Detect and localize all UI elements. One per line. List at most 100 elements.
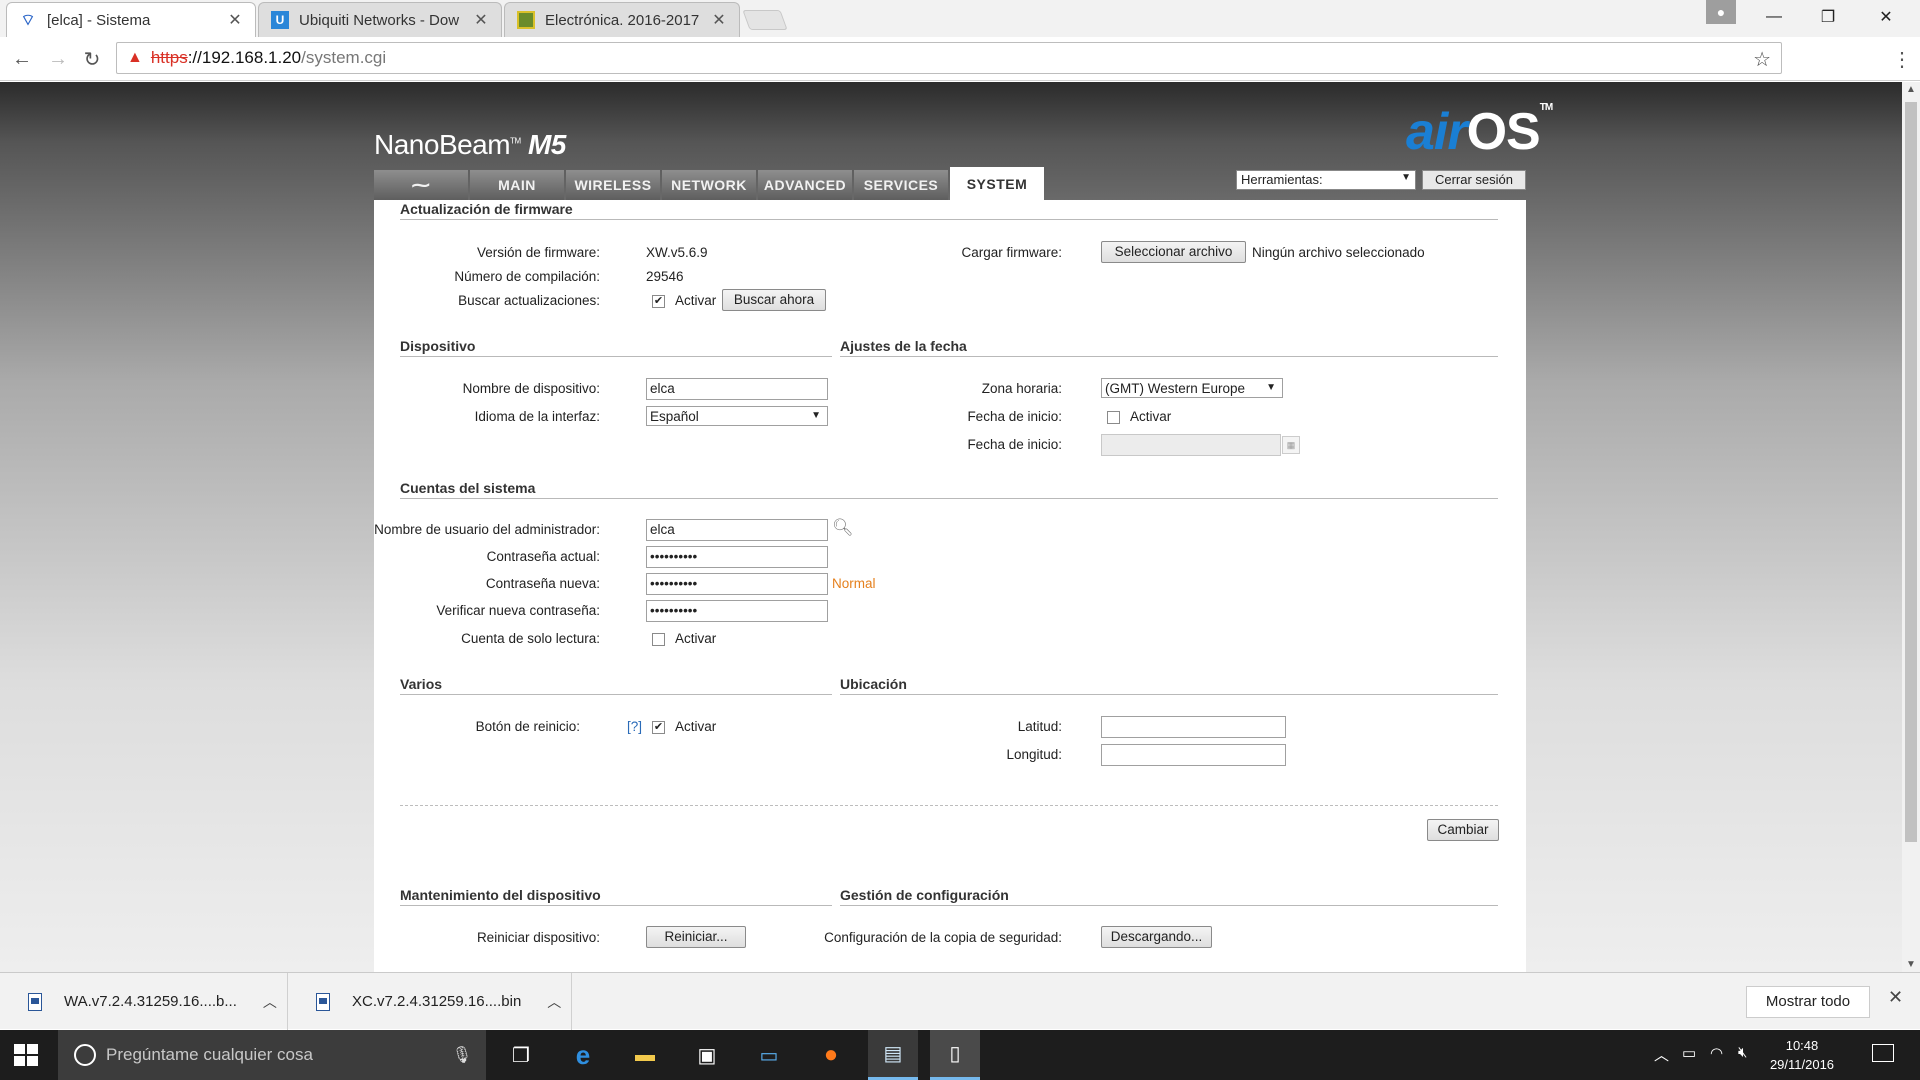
new-password-label: Contraseña nueva: bbox=[485, 576, 600, 591]
taskbar-clock[interactable]: 10:48 29/11/2016 bbox=[1766, 1036, 1838, 1074]
tab-advanced[interactable]: ADVANCED bbox=[758, 170, 852, 200]
minimize-icon[interactable]: — bbox=[1746, 0, 1802, 34]
store-icon[interactable]: ▣ bbox=[682, 1030, 732, 1080]
firefox-icon[interactable]: ● bbox=[806, 1030, 856, 1080]
backup-download-button[interactable]: Descargando... bbox=[1101, 926, 1212, 948]
download-item[interactable]: XC.v7.2.4.31259.16....bin ︿ bbox=[288, 973, 572, 1030]
longitude-input[interactable] bbox=[1101, 744, 1286, 766]
document-app-icon[interactable]: ▯ bbox=[930, 1030, 980, 1080]
show-all-downloads-button[interactable]: Mostrar todo bbox=[1746, 986, 1870, 1018]
scrollbar-thumb[interactable] bbox=[1905, 102, 1917, 842]
tab-system[interactable]: SYSTEM bbox=[950, 167, 1044, 200]
start-date-label: Fecha de inicio: bbox=[967, 437, 1062, 452]
chevron-up-icon[interactable]: ︿ bbox=[547, 992, 561, 1012]
computer-app-icon[interactable]: ▭ bbox=[744, 1030, 794, 1080]
tab-wireless[interactable]: WIRELESS bbox=[566, 170, 660, 200]
device-section-title: Dispositivo bbox=[400, 338, 832, 357]
page-scrollbar[interactable]: ▲ ▼ bbox=[1902, 82, 1920, 972]
check-now-button[interactable]: Buscar ahora bbox=[722, 289, 826, 311]
battery-icon[interactable]: ▭ bbox=[1682, 1044, 1696, 1062]
ubiquiti-favicon-icon: U bbox=[271, 11, 289, 29]
tab-main[interactable]: MAIN bbox=[470, 170, 564, 200]
file-icon bbox=[28, 992, 42, 1011]
interface-language-label: Idioma de la interfaz: bbox=[474, 409, 600, 424]
tab-services[interactable]: SERVICES bbox=[854, 170, 948, 200]
edge-browser-icon[interactable]: e bbox=[558, 1030, 608, 1080]
file-icon bbox=[316, 992, 330, 1011]
longitude-label: Longitud: bbox=[1006, 747, 1062, 762]
start-date-checkbox[interactable] bbox=[1107, 411, 1120, 424]
microphone-icon[interactable]: 🎙︎ bbox=[452, 1045, 472, 1065]
wifi-icon[interactable]: ◠ bbox=[1710, 1044, 1723, 1062]
start-date-option: Activar bbox=[1130, 409, 1172, 424]
choose-file-button[interactable]: Seleccionar archivo bbox=[1101, 241, 1246, 263]
start-date-input[interactable] bbox=[1101, 434, 1281, 456]
calendar-icon[interactable]: ▦ bbox=[1282, 436, 1300, 454]
reset-button-label: Botón de reinicio: bbox=[475, 719, 580, 734]
back-icon[interactable]: ← bbox=[8, 45, 36, 73]
readonly-account-checkbox[interactable] bbox=[652, 633, 665, 646]
bookmark-star-icon[interactable]: ☆ bbox=[1753, 47, 1771, 72]
menu-dots-icon[interactable]: ⋮ bbox=[1892, 47, 1912, 72]
chevron-up-icon[interactable]: ︿ bbox=[263, 992, 277, 1012]
address-bar[interactable]: ▲ https://192.168.1.20/system.cgi ☆ bbox=[116, 42, 1782, 74]
change-button[interactable]: Cambiar bbox=[1427, 819, 1499, 841]
browser-tab-sistema[interactable]: ⌔ [elca] - Sistema ✕ bbox=[6, 2, 256, 37]
scroll-up-icon[interactable]: ▲ bbox=[1906, 84, 1916, 95]
reload-icon[interactable]: ↻ bbox=[78, 45, 106, 73]
interface-language-select[interactable]: Español ▼ bbox=[646, 406, 828, 426]
airos-logo: airOSTM bbox=[1406, 102, 1553, 161]
admin-username-input[interactable]: elca bbox=[646, 519, 828, 541]
download-item[interactable]: WA.v7.2.4.31259.16....b... ︿ bbox=[0, 973, 288, 1030]
close-download-bar-icon[interactable]: ✕ bbox=[1888, 987, 1903, 1008]
close-tab-icon[interactable]: ✕ bbox=[473, 10, 489, 30]
new-password-input[interactable]: •••••••••• bbox=[646, 573, 828, 595]
close-tab-icon[interactable]: ✕ bbox=[711, 10, 727, 30]
reset-button-checkbox[interactable]: ✔ bbox=[652, 721, 665, 734]
user-profile-icon[interactable]: ● bbox=[1706, 0, 1736, 24]
latitude-input[interactable] bbox=[1101, 716, 1286, 738]
browser-tab-electronica[interactable]: Electrónica. 2016-2017 ✕ bbox=[504, 2, 740, 37]
file-explorer-icon[interactable]: ▬ bbox=[620, 1030, 670, 1080]
cortana-search-box[interactable]: Pregúntame cualquier cosa 🎙︎ bbox=[58, 1030, 486, 1080]
misc-section-title: Varios bbox=[400, 676, 832, 695]
firmware-version-label: Versión de firmware: bbox=[476, 245, 600, 260]
browser-tab-ubiquiti[interactable]: U Ubiquiti Networks - Dow ✕ bbox=[258, 2, 502, 37]
latitude-label: Latitud: bbox=[1017, 719, 1062, 734]
readonly-account-label: Cuenta de solo lectura: bbox=[461, 631, 600, 646]
device-name-input[interactable]: elca bbox=[646, 378, 828, 400]
logout-button[interactable]: Cerrar sesión bbox=[1422, 170, 1526, 190]
reboot-button[interactable]: Reiniciar... bbox=[646, 926, 746, 948]
close-window-icon[interactable]: ✕ bbox=[1858, 0, 1914, 34]
warning-icon: ▲ bbox=[127, 49, 143, 66]
close-tab-icon[interactable]: ✕ bbox=[227, 10, 243, 30]
tab-network[interactable]: NETWORK bbox=[662, 170, 756, 200]
restore-icon[interactable]: ❐ bbox=[1800, 0, 1856, 34]
accounts-section-title: Cuentas del sistema bbox=[400, 480, 1498, 499]
chevron-up-icon[interactable]: ︿ bbox=[1654, 1044, 1669, 1065]
backup-config-label: Configuración de la copia de seguridad: bbox=[824, 930, 1062, 945]
system-panel: Actualización de firmware Versión de fir… bbox=[374, 200, 1526, 972]
dropdown-arrow-icon: ▼ bbox=[1401, 172, 1411, 183]
check-updates-checkbox[interactable]: ✔ bbox=[652, 295, 665, 308]
firmware-version-value: XW.v5.6.9 bbox=[646, 245, 708, 260]
timezone-select[interactable]: (GMT) Western Europe ▼ bbox=[1101, 378, 1283, 398]
search-icon[interactable]: 🔍︎ bbox=[832, 518, 854, 538]
volume-muted-icon[interactable]: 🔇︎ bbox=[1738, 1044, 1747, 1061]
section-divider bbox=[400, 805, 1498, 806]
scroll-down-icon[interactable]: ▼ bbox=[1906, 959, 1916, 970]
firmware-section-title: Actualización de firmware bbox=[400, 201, 1498, 220]
tools-select[interactable]: Herramientas: ▼ bbox=[1236, 170, 1416, 190]
control-panel-icon[interactable]: ▤ bbox=[868, 1030, 918, 1080]
task-view-icon[interactable]: ❐ bbox=[496, 1030, 546, 1080]
location-section-title: Ubicación bbox=[840, 676, 1498, 695]
verify-password-input[interactable]: •••••••••• bbox=[646, 600, 828, 622]
reset-help-link[interactable]: [?] bbox=[627, 719, 642, 734]
forward-icon[interactable]: → bbox=[44, 45, 72, 73]
new-tab-button[interactable] bbox=[742, 10, 788, 30]
current-password-input[interactable]: •••••••••• bbox=[646, 546, 828, 568]
tab-ubnt-logo[interactable]: ⁓ bbox=[374, 170, 468, 200]
timezone-label: Zona horaria: bbox=[981, 381, 1062, 396]
windows-start-icon[interactable] bbox=[14, 1044, 38, 1066]
notifications-icon[interactable] bbox=[1872, 1044, 1894, 1062]
